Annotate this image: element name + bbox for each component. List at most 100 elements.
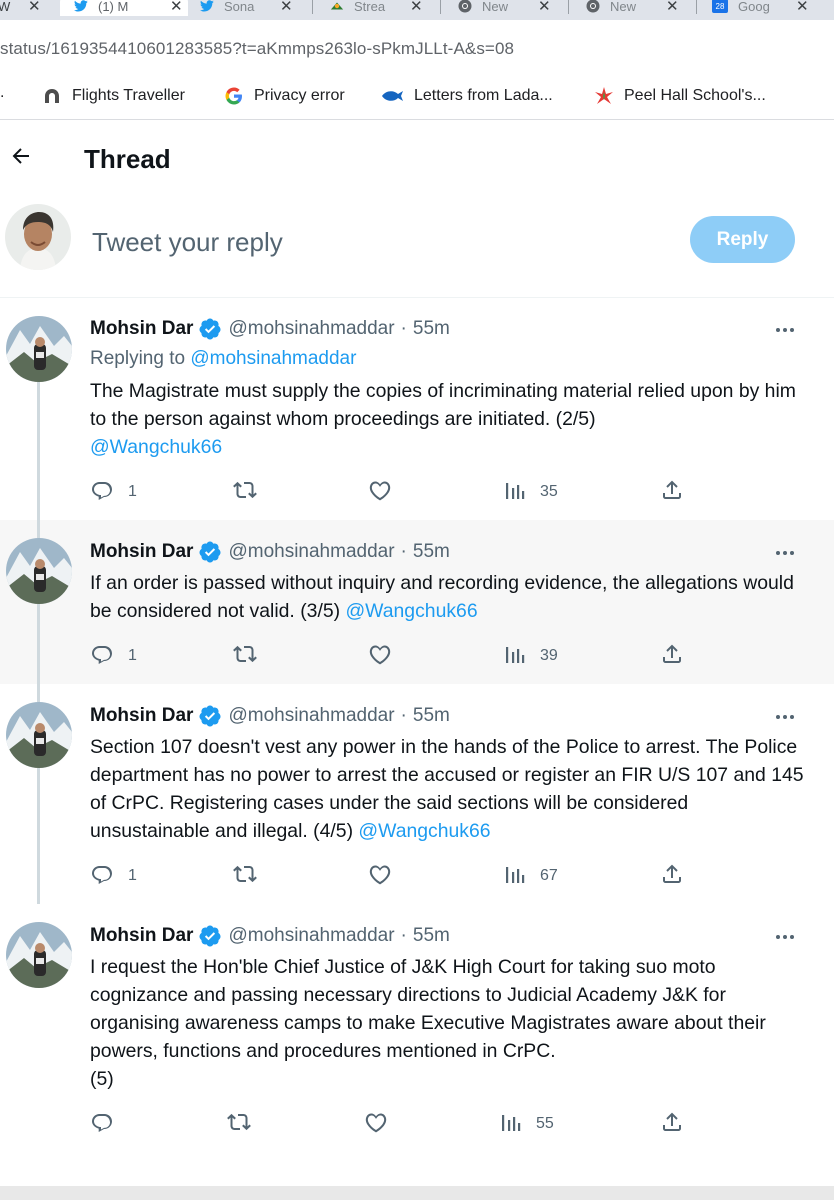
tweet-header: Mohsin Dar @mohsinahmaddar · 55m [90, 540, 450, 564]
heart-icon [368, 862, 392, 891]
separator-dot: · [400, 705, 407, 726]
share-action[interactable] [660, 1107, 684, 1141]
bookmark-item[interactable]: Privacy error [224, 86, 345, 106]
tab-separator [440, 0, 441, 14]
views-action[interactable]: 35 [504, 475, 558, 509]
avatar[interactable] [6, 922, 72, 988]
more-options-button[interactable] [770, 921, 800, 951]
tab-close-icon[interactable]: ✕ [796, 0, 809, 15]
tab-close-icon[interactable]: ✕ [170, 0, 183, 15]
views-action[interactable]: 39 [504, 639, 558, 673]
thread-connector [37, 520, 40, 538]
tab-close-icon[interactable]: ✕ [538, 0, 551, 15]
like-action[interactable] [368, 475, 406, 509]
like-action[interactable] [368, 639, 406, 673]
more-options-button[interactable] [770, 537, 800, 567]
author-name[interactable]: Mohsin Dar [90, 318, 193, 340]
reply-action[interactable]: 1 [90, 859, 137, 893]
author-handle[interactable]: @mohsinahmaddar [228, 705, 394, 727]
browser-tab[interactable]: New ✕ [586, 0, 679, 16]
tab-title: Strea [354, 0, 386, 14]
bookmark-item[interactable]: Letters from Lada... [380, 86, 553, 106]
tweet[interactable]: Mohsin Dar @mohsinahmaddar · 55m I reque… [0, 904, 834, 1186]
reply-button[interactable]: Reply [690, 216, 795, 263]
timestamp[interactable]: 55m [413, 705, 450, 727]
retweet-action[interactable] [232, 859, 272, 893]
timestamp[interactable]: 55m [413, 925, 450, 947]
heart-icon [364, 1110, 388, 1139]
tweet[interactable]: Mohsin Dar @mohsinahmaddar · 55m Replyin… [0, 298, 834, 520]
browser-tab[interactable]: W ✕ [0, 0, 41, 16]
share-icon [660, 642, 684, 671]
tab-close-icon[interactable]: ✕ [28, 0, 41, 15]
verified-badge-icon [198, 317, 222, 341]
reply-count: 1 [128, 647, 137, 664]
mention-link[interactable]: @Wangchuk66 [90, 436, 222, 458]
tweet-actions: 1 39 [0, 639, 834, 673]
tweet-header: Mohsin Dar @mohsinahmaddar · 55m [90, 924, 450, 948]
back-button[interactable] [4, 141, 38, 175]
reply-action[interactable] [90, 1107, 128, 1141]
retweet-icon [232, 862, 258, 891]
browser-tab[interactable]: New ✕ [458, 0, 551, 16]
share-action[interactable] [660, 475, 684, 509]
timestamp[interactable]: 55m [413, 318, 450, 340]
timestamp[interactable]: 55m [413, 541, 450, 563]
tab-close-icon[interactable]: ✕ [666, 0, 679, 15]
like-action[interactable] [368, 859, 406, 893]
retweet-action[interactable] [232, 639, 272, 673]
google-g-icon [224, 86, 244, 106]
separator-dot: · [400, 318, 407, 339]
author-handle[interactable]: @mohsinahmaddar [228, 925, 394, 947]
address-bar[interactable]: status/1619354410601283585?t=aKmmps263lo… [0, 20, 834, 80]
tweet-actions: 1 35 [0, 475, 834, 509]
retweet-action[interactable] [232, 475, 272, 509]
tab-close-icon[interactable]: ✕ [410, 0, 423, 15]
stream-icon [330, 0, 344, 13]
author-handle[interactable]: @mohsinahmaddar [228, 541, 394, 563]
tweet[interactable]: Mohsin Dar @mohsinahmaddar · 55m If an o… [0, 520, 834, 684]
verified-badge-icon [198, 924, 222, 948]
views-action[interactable]: 55 [500, 1107, 554, 1141]
avatar[interactable] [6, 316, 72, 382]
tweet-text-content: I request the Hon'ble Chief Justice of J… [90, 956, 766, 1062]
avatar[interactable] [6, 538, 72, 604]
mention-link[interactable]: @Wangchuk66 [345, 600, 477, 622]
tab-close-icon[interactable]: ✕ [280, 0, 293, 15]
reply-input[interactable] [92, 222, 652, 262]
url-text[interactable]: status/1619354410601283585?t=aKmmps263lo… [0, 39, 514, 59]
heart-icon [368, 478, 392, 507]
author-name[interactable]: Mohsin Dar [90, 925, 193, 947]
twitter-bird-icon [200, 0, 214, 13]
author-name[interactable]: Mohsin Dar [90, 705, 193, 727]
author-handle[interactable]: @mohsinahmaddar [228, 318, 394, 340]
browser-tab-active[interactable]: (1) M ✕ [60, 0, 188, 16]
browser-tab[interactable]: 28 Goog ✕ [712, 0, 809, 16]
tweet[interactable]: Mohsin Dar @mohsinahmaddar · 55m Section… [0, 684, 834, 904]
avatar[interactable] [5, 204, 71, 270]
views-chart-icon [504, 643, 526, 670]
bookmark-item[interactable]: Flights Traveller [42, 86, 185, 106]
like-action[interactable] [364, 1107, 402, 1141]
browser-tab[interactable]: Sona ✕ [200, 0, 293, 16]
mention-link[interactable]: @Wangchuk66 [358, 820, 490, 842]
browser-tab[interactable]: Strea ✕ [330, 0, 423, 16]
views-action[interactable]: 67 [504, 859, 558, 893]
page-title: Thread [84, 144, 171, 174]
bookmark-overflow-dot: . [0, 84, 5, 101]
avatar[interactable] [6, 702, 72, 768]
bookmark-item[interactable]: Peel Hall School's... [594, 86, 766, 106]
tweet-text: Section 107 doesn't vest any power in th… [90, 733, 808, 845]
more-options-button[interactable] [770, 701, 800, 731]
author-name[interactable]: Mohsin Dar [90, 541, 193, 563]
more-options-button[interactable] [770, 314, 800, 344]
reply-action[interactable]: 1 [90, 475, 137, 509]
bookmark-label: Peel Hall School's... [624, 87, 766, 104]
reply-action[interactable]: 1 [90, 639, 137, 673]
share-action[interactable] [660, 859, 684, 893]
retweet-action[interactable] [226, 1107, 266, 1141]
tab-title: Sona [224, 0, 255, 14]
replying-to-link[interactable]: @mohsinahmaddar [190, 348, 356, 369]
share-action[interactable] [660, 639, 684, 673]
views-chart-icon [504, 479, 526, 506]
